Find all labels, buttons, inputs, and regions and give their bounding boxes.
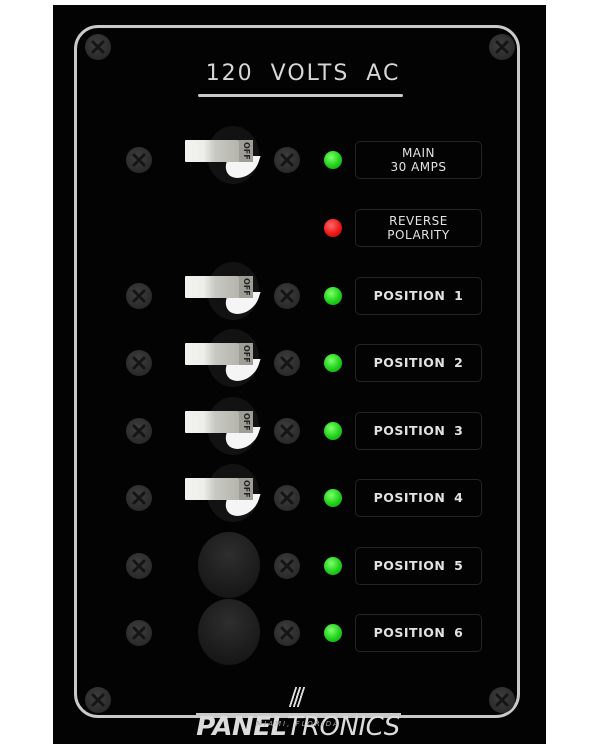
mount-screw-left [126,147,152,173]
corner-screw-bottom-right [489,687,515,713]
switch-lever[interactable] [185,478,239,500]
switch-lever[interactable] [185,343,239,365]
mount-screw-left [126,418,152,444]
switch-lever[interactable] [185,276,239,298]
toggle-switch[interactable]: OFF [185,126,261,190]
switch-off-label: OFF [239,411,253,433]
circuit-row-position-2: OFF POSITION 2 [53,329,546,393]
green-led-indicator [324,287,342,305]
green-led-indicator [324,422,342,440]
corner-screw-bottom-left [85,687,111,713]
switch-off-label: OFF [239,276,253,298]
mount-screw-left [126,485,152,511]
brand-logo: PANELTRONICS [193,682,403,742]
mount-screw-right [274,283,300,309]
title-underline [198,94,403,97]
corner-screw-top-right [489,34,515,60]
blank-breaker-plug[interactable] [198,532,260,598]
switch-lever[interactable] [185,140,239,162]
toggle-switch[interactable]: OFF [185,464,261,528]
mount-screw-right [274,350,300,376]
circuit-label: POSITION 6 [355,614,482,652]
mount-screw-right [274,553,300,579]
circuit-row-main: OFF MAIN 30 AMPS [53,126,546,190]
green-led-indicator [324,354,342,372]
mount-screw-left [126,620,152,646]
circuit-row-position-3: OFF POSITION 3 [53,397,546,461]
switch-off-label: OFF [239,343,253,365]
brand-location: MIAMI, FLORIDA [256,720,340,728]
switch-lever[interactable] [185,411,239,433]
circuit-label: POSITION 5 [355,547,482,585]
circuit-row-position-6: POSITION 6 [53,599,546,665]
logo-underline [196,713,401,716]
circuit-row-position-4: OFF POSITION 4 [53,464,546,528]
green-led-indicator [324,489,342,507]
logo-stripes-icon [288,687,306,707]
voltage-title: 120 VOLTS AC [205,61,401,86]
mount-screw-left [126,283,152,309]
toggle-switch[interactable]: OFF [185,397,261,461]
mount-screw-right [274,485,300,511]
circuit-row-position-5: POSITION 5 [53,532,546,598]
green-led-indicator [324,624,342,642]
circuit-row-position-1: OFF POSITION 1 [53,262,546,326]
circuit-row-reverse-polarity: REVERSE POLARITY [53,198,546,258]
green-led-indicator [324,151,342,169]
mount-screw-right [274,147,300,173]
circuit-label: REVERSE POLARITY [355,209,482,247]
green-led-indicator [324,557,342,575]
switch-off-label: OFF [239,140,253,162]
circuit-label: MAIN 30 AMPS [355,141,482,179]
circuit-label: POSITION 2 [355,344,482,382]
toggle-switch[interactable]: OFF [185,329,261,393]
red-led-indicator [324,219,342,237]
circuit-label: POSITION 3 [355,412,482,450]
blank-breaker-plug[interactable] [198,599,260,665]
mount-screw-left [126,350,152,376]
corner-screw-top-left [85,34,111,60]
breaker-panel: 120 VOLTS AC OFF MAIN 30 AMPS REVERSE POLA… [53,5,546,744]
toggle-switch[interactable]: OFF [185,262,261,326]
circuit-label: POSITION 1 [355,277,482,315]
mount-screw-left [126,553,152,579]
mount-screw-right [274,418,300,444]
mount-screw-right [274,620,300,646]
circuit-label: POSITION 4 [355,479,482,517]
switch-off-label: OFF [239,478,253,500]
